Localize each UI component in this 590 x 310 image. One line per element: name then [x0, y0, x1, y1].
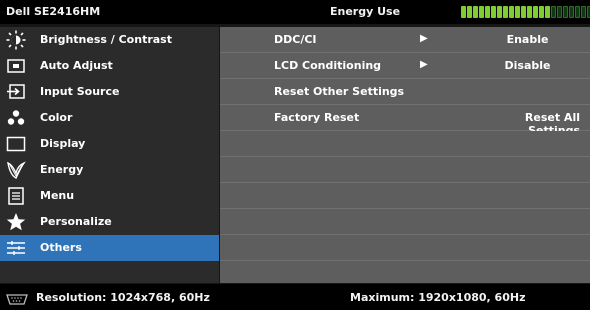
display-icon [6, 134, 26, 154]
auto-adjust-icon [6, 56, 26, 76]
energy-meter-segment [533, 6, 538, 18]
menu-item-label: Display [40, 137, 86, 150]
color-icon [6, 108, 26, 128]
submenu-arrow-icon: ▶ [420, 59, 428, 70]
menu-item-display[interactable]: Display [0, 131, 219, 157]
menu-item-label: Auto Adjust [40, 59, 113, 72]
reset-other-settings-row[interactable]: Reset Other Settings [220, 79, 590, 105]
energy-meter-segment [479, 6, 484, 18]
menu-item-menu[interactable]: Menu [0, 183, 219, 209]
menu-item-auto-adjust[interactable]: Auto Adjust [0, 53, 219, 79]
menu-item-label: Brightness / Contrast [40, 33, 172, 46]
energy-meter-segment [575, 6, 580, 18]
input-source-icon [6, 82, 26, 102]
menu-item-label: Personalize [40, 215, 112, 228]
energy-icon [6, 160, 26, 180]
menu-icon [6, 186, 26, 206]
energy-meter-segment [527, 6, 532, 18]
status-bar: Resolution: 1024x768, 60Hz Maximum: 1920… [0, 284, 590, 310]
menu-item-input-source[interactable]: Input Source [0, 79, 219, 105]
menu-item-brightness-contrast[interactable]: Brightness / Contrast [0, 27, 219, 53]
main-menu: Brightness / Contrast Auto Adjust Input … [0, 27, 219, 283]
energy-use-meter [461, 6, 590, 18]
menu-item-label: Color [40, 111, 73, 124]
sliders-icon [6, 238, 26, 258]
energy-meter-segment [485, 6, 490, 18]
empty-row [220, 157, 590, 183]
energy-meter-segment [497, 6, 502, 18]
energy-meter-segment [569, 6, 574, 18]
empty-row [220, 261, 590, 283]
page-title: Energy Use [330, 5, 401, 18]
energy-meter-segment [551, 6, 556, 18]
factory-reset-row[interactable]: Factory Reset Reset All Settings [220, 105, 590, 137]
current-resolution: Resolution: 1024x768, 60Hz [36, 291, 210, 304]
submenu-arrow-icon: ▶ [420, 33, 428, 44]
title-bar: Dell SE2416HM Energy Use [0, 0, 590, 24]
brightness-icon [6, 30, 26, 50]
reset-other-settings-label: Reset Other Settings [274, 85, 405, 98]
lcd-conditioning-value: Disable [504, 59, 551, 72]
energy-meter-segment [473, 6, 478, 18]
maximum-resolution: Maximum: 1920x1080, 60Hz [350, 291, 526, 304]
empty-row [220, 183, 590, 209]
menu-item-energy[interactable]: Energy [0, 157, 219, 183]
energy-meter-segment [563, 6, 568, 18]
empty-row [220, 131, 590, 157]
monitor-model: Dell SE2416HM [6, 5, 101, 18]
menu-item-color[interactable]: Color [0, 105, 219, 131]
empty-row [220, 209, 590, 235]
energy-meter-segment [503, 6, 508, 18]
energy-meter-segment [509, 6, 514, 18]
empty-row [220, 235, 590, 261]
ddc-ci-value: Enable [506, 33, 549, 46]
menu-item-label: Input Source [40, 85, 120, 98]
menu-item-label: Menu [40, 189, 75, 202]
energy-meter-segment [521, 6, 526, 18]
lcd-conditioning-label: LCD Conditioning [274, 59, 382, 72]
star-icon [6, 212, 26, 232]
energy-meter-segment [461, 6, 466, 18]
energy-meter-segment [539, 6, 544, 18]
energy-meter-segment [467, 6, 472, 18]
menu-item-personalize[interactable]: Personalize [0, 209, 219, 235]
energy-meter-segment [491, 6, 496, 18]
connector-icon [6, 290, 28, 305]
factory-reset-label: Factory Reset [274, 111, 360, 124]
energy-meter-segment [581, 6, 586, 18]
menu-item-others[interactable]: Others [0, 235, 219, 261]
menu-item-label: Others [40, 241, 82, 254]
energy-meter-segment [557, 6, 562, 18]
lcd-conditioning-row[interactable]: LCD Conditioning ▶ Disable [220, 53, 590, 79]
energy-meter-segment [515, 6, 520, 18]
energy-meter-segment [545, 6, 550, 18]
monitor-osd: Dell SE2416HM Energy Use Brightness / Co… [0, 0, 590, 310]
ddc-ci-row[interactable]: DDC/CI ▶ Enable [220, 27, 590, 53]
menu-item-label: Energy [40, 163, 84, 176]
ddc-ci-label: DDC/CI [274, 33, 317, 46]
others-panel: DDC/CI ▶ Enable LCD Conditioning ▶ Disab… [220, 27, 590, 283]
